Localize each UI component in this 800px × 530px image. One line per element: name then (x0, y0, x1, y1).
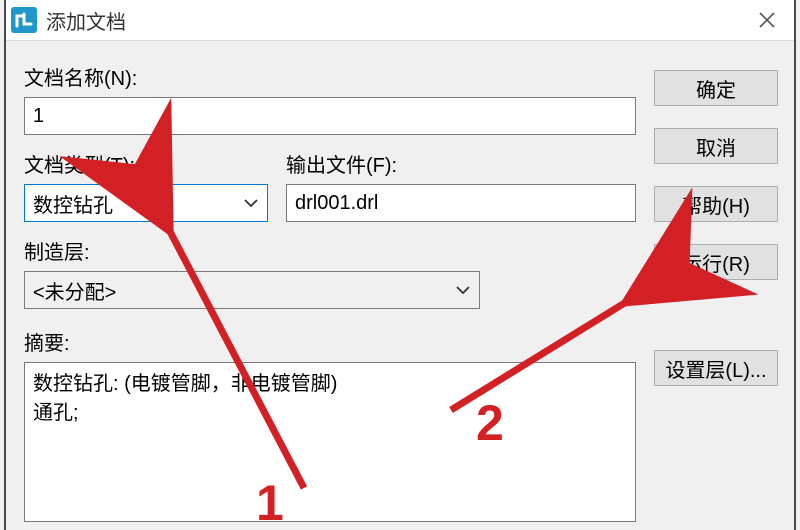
doc-type-combobox[interactable]: 数控钻孔 (24, 184, 268, 222)
output-file-label: 输出文件(F): (286, 149, 636, 178)
window-title: 添加文档 (46, 6, 740, 35)
mfg-layer-value: <未分配> (33, 276, 116, 305)
mfg-layer-label: 制造层: (24, 236, 636, 265)
doc-type-label: 文档类型(T): (24, 149, 268, 178)
chevron-down-icon (455, 282, 471, 298)
dialog-window: 添加文档 文档名称(N): 文档类型(T): 数控钻孔 (4, 0, 796, 530)
app-icon (10, 6, 38, 34)
chevron-down-icon (243, 195, 259, 211)
ok-button[interactable]: 确定 (654, 70, 778, 106)
cancel-button[interactable]: 取消 (654, 128, 778, 164)
help-button[interactable]: 帮助(H) (654, 186, 778, 222)
client-area: 文档名称(N): 文档类型(T): 数控钻孔 输出文件(F): (6, 40, 794, 530)
close-button[interactable] (740, 0, 794, 40)
summary-label: 摘要: (24, 327, 636, 356)
set-layer-button[interactable]: 设置层(L)... (654, 350, 778, 386)
summary-textarea[interactable] (24, 362, 636, 522)
run-button[interactable]: 运行(R) (654, 244, 778, 280)
close-icon (758, 11, 776, 29)
doc-type-value: 数控钻孔 (33, 189, 113, 218)
doc-name-input[interactable] (24, 97, 636, 135)
doc-name-label: 文档名称(N): (24, 62, 636, 91)
titlebar: 添加文档 (6, 0, 794, 41)
mfg-layer-combobox[interactable]: <未分配> (24, 271, 480, 309)
button-column: 确定 取消 帮助(H) 运行(R) 设置层(L)... (654, 70, 778, 408)
output-file-input[interactable] (286, 184, 636, 222)
